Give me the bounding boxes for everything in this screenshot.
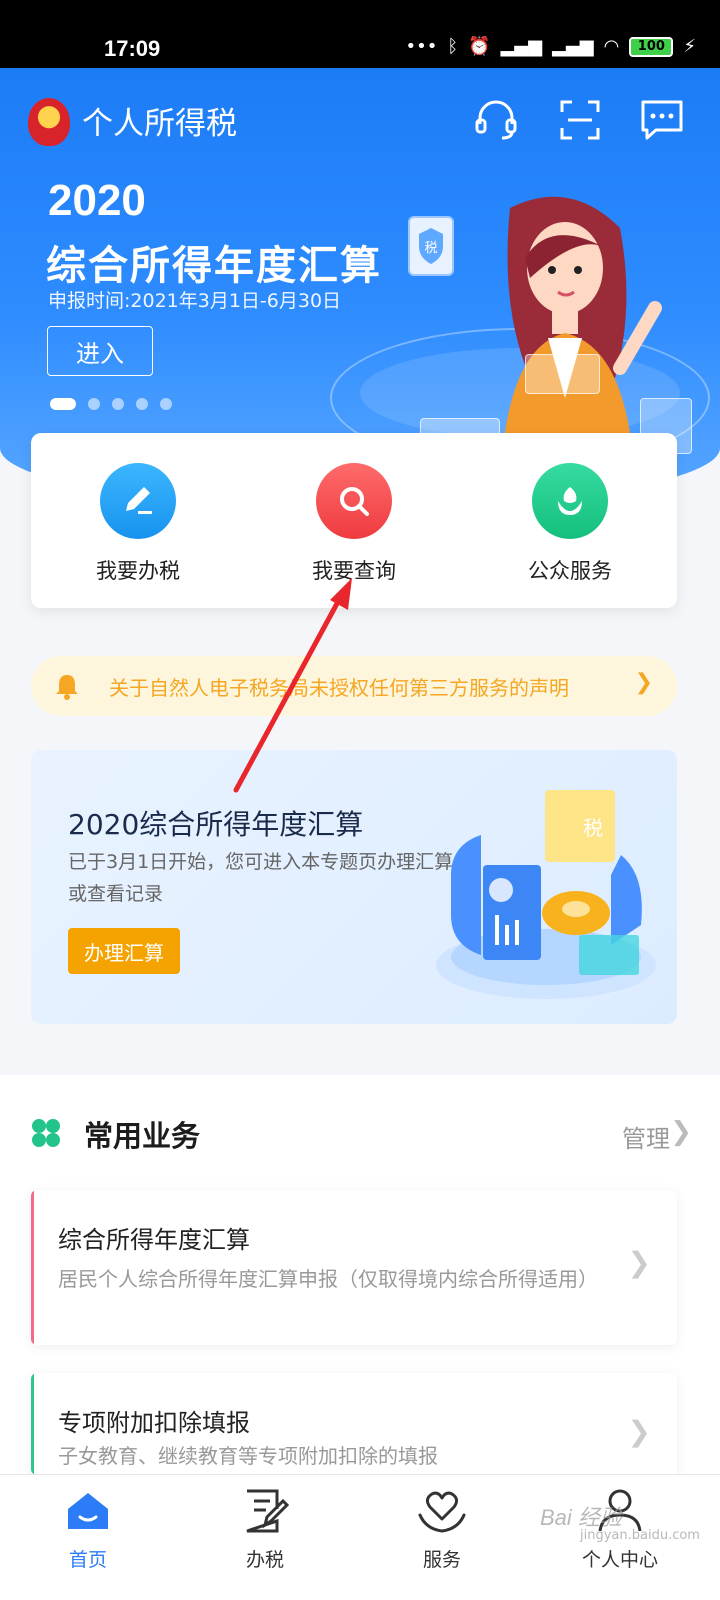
promo-title: 2020综合所得年度汇算	[68, 808, 364, 841]
bell-icon	[56, 675, 78, 700]
quick-action-label: 我要办税	[96, 559, 180, 583]
pen-icon	[100, 463, 176, 539]
tulip-icon	[532, 463, 608, 539]
business-item-title: 专项附加扣除填报	[58, 1409, 250, 1437]
signal-hd-icon: ▂▄▆	[552, 36, 594, 57]
quick-actions-card: 我要办税 我要查询 公众服务	[31, 433, 677, 608]
tab-service[interactable]: 服务	[382, 1485, 502, 1572]
chevron-right-icon: ❯	[634, 670, 653, 695]
alarm-icon: ⏰	[468, 36, 491, 57]
battery-icon: 100	[629, 36, 674, 57]
tax-badge-text: 税	[424, 241, 437, 256]
business-item-title: 综合所得年度汇算	[58, 1226, 250, 1254]
customer-service-icon[interactable]	[472, 96, 520, 144]
tab-tax[interactable]: 办税	[205, 1485, 325, 1572]
tax-emblem-logo	[28, 98, 70, 146]
business-item-desc: 居民个人综合所得年度汇算申报（仅取得境内综合所得适用）	[58, 1267, 598, 1291]
document-edit-icon	[246, 1489, 290, 1533]
manage-link[interactable]: 管理	[622, 1119, 670, 1154]
business-item[interactable]: 综合所得年度汇算 居民个人综合所得年度汇算申报（仅取得境内综合所得适用） ❯	[31, 1190, 677, 1345]
common-business-section: 常用业务 管理 ❯ 综合所得年度汇算 居民个人综合所得年度汇算申报（仅取得境内综…	[0, 1075, 720, 1475]
carousel-dot[interactable]	[88, 398, 100, 410]
heart-hand-icon	[418, 1491, 466, 1533]
enter-button[interactable]: 进入	[47, 326, 153, 376]
notice-text: 关于自然人电子税务局未授权任何第三方服务的声明	[109, 676, 569, 700]
tab-label: 服务	[422, 1549, 461, 1571]
carousel-dot[interactable]	[160, 398, 172, 410]
carousel-dot[interactable]	[112, 398, 124, 410]
dots-icon: •••	[405, 36, 438, 57]
carousel-dot[interactable]	[136, 398, 148, 410]
business-item-desc: 子女教育、继续教育等专项附加扣除的填报	[58, 1444, 438, 1468]
floating-panel	[525, 354, 600, 394]
app-root: 17:09 ••• ᛒ ⏰ ▂▄▆ ▂▄▆ ◠ 100 ⚡ 个人所得税 2020…	[0, 0, 720, 1600]
chevron-right-icon[interactable]: ❯	[670, 1117, 692, 1147]
bluetooth-icon: ᛒ	[447, 36, 459, 57]
banner-subtitle: 申报时间:2021年3月1日-6月30日	[48, 290, 342, 312]
wifi-icon: ◠	[603, 36, 620, 57]
status-bar: 17:09 ••• ᛒ ⏰ ▂▄▆ ▂▄▆ ◠ 100 ⚡	[0, 0, 720, 68]
quick-action-label: 公众服务	[528, 559, 612, 583]
section-title: 常用业务	[84, 1119, 201, 1153]
banner-title: 综合所得年度汇算	[46, 243, 382, 289]
home-icon	[68, 1493, 108, 1529]
chevron-right-icon: ❯	[627, 1246, 651, 1279]
charging-icon: ⚡	[683, 36, 696, 57]
tab-label: 首页	[68, 1549, 107, 1571]
tab-home[interactable]: 首页	[28, 1485, 148, 1572]
scan-icon[interactable]	[556, 96, 604, 144]
promo-description: 已于3月1日开始，您可进入本专题页办理汇算或查看记录	[68, 851, 454, 905]
data-cylinder-illustration: 税	[436, 790, 656, 999]
status-time: 17:09	[104, 36, 161, 61]
battery-level: 100	[637, 39, 665, 54]
quick-action-query[interactable]: 我要查询	[279, 463, 429, 585]
accent-bar	[31, 1373, 34, 1475]
process-settlement-button[interactable]: 办理汇算	[68, 928, 180, 974]
signal-hd-icon: ▂▄▆	[500, 36, 543, 57]
carousel-dots[interactable]	[50, 398, 172, 410]
status-icons: ••• ᛒ ⏰ ▂▄▆ ▂▄▆ ◠ 100 ⚡	[405, 36, 696, 57]
app-title: 个人所得税	[82, 106, 237, 142]
accent-bar	[31, 1190, 34, 1345]
message-icon[interactable]	[638, 96, 686, 144]
promo-badge-text: 税	[583, 816, 603, 840]
quick-action-tax[interactable]: 我要办税	[63, 463, 213, 585]
tab-label: 个人中心	[581, 1549, 658, 1571]
tab-label: 办税	[245, 1549, 284, 1571]
promo-card[interactable]: 2020综合所得年度汇算 已于3月1日开始，您可进入本专题页办理汇算或查看记录 …	[31, 750, 677, 1024]
notice-bar[interactable]: 关于自然人电子税务局未授权任何第三方服务的声明 ❯	[31, 656, 677, 716]
carousel-dot[interactable]	[50, 398, 76, 410]
quick-action-label: 我要查询	[312, 559, 396, 583]
chevron-right-icon: ❯	[627, 1415, 651, 1448]
clover-icon	[32, 1119, 60, 1147]
business-item[interactable]: 专项附加扣除填报 子女教育、继续教育等专项附加扣除的填报 ❯	[31, 1373, 677, 1475]
quick-action-public[interactable]: 公众服务	[495, 463, 645, 585]
banner-year: 2020	[48, 176, 146, 225]
search-icon	[316, 463, 392, 539]
tax-badge-icon: 税	[408, 216, 454, 276]
watermark-url: jingyan.baidu.com	[580, 1528, 700, 1543]
